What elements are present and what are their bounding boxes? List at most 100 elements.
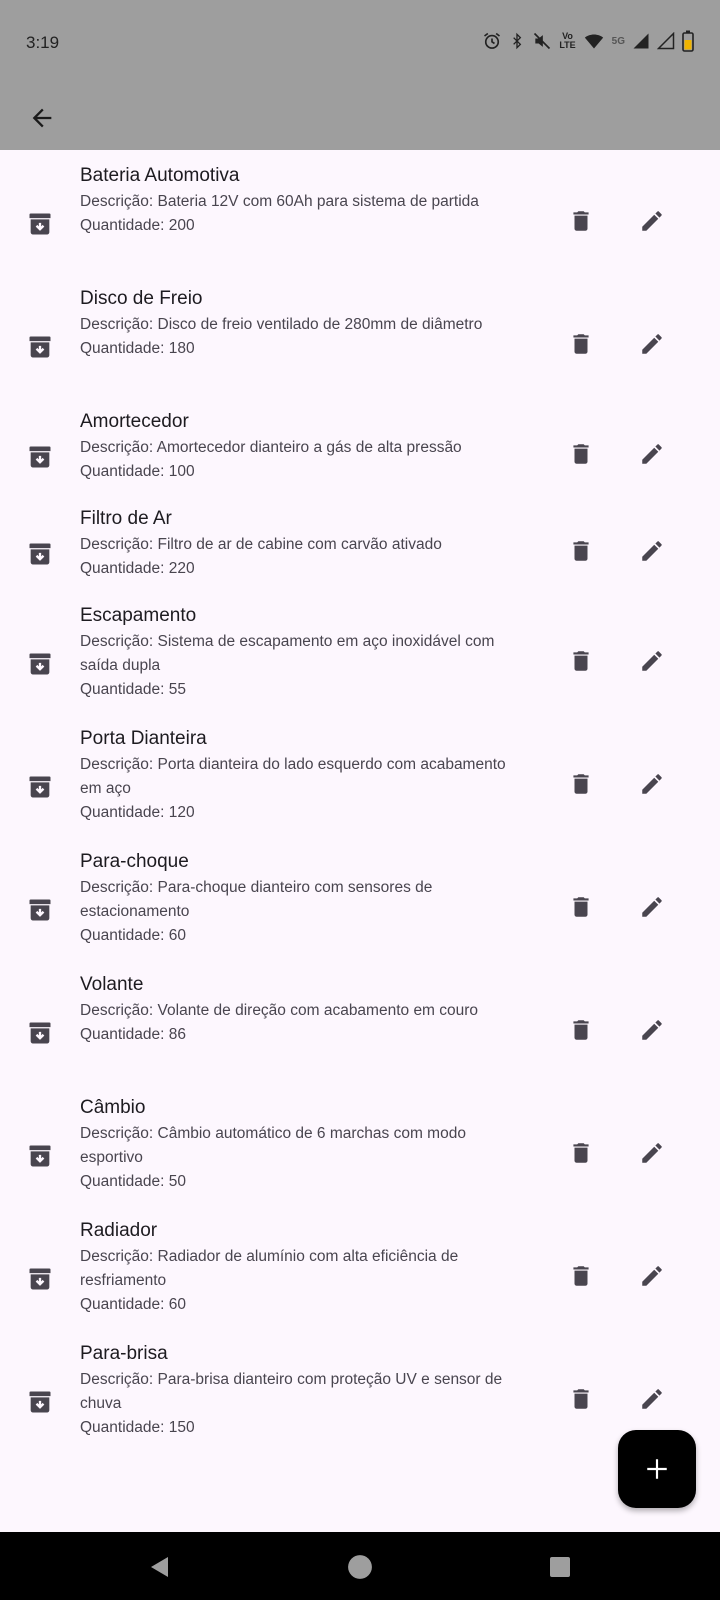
wifi-icon — [584, 34, 603, 49]
list-item[interactable]: Câmbio Descrição: Câmbio automático de 6 … — [0, 1082, 720, 1205]
item-description: Descrição: Filtro de ar de cabine com ca… — [80, 536, 442, 553]
pencil-icon — [639, 441, 665, 472]
item-text: Volante Descrição: Volante de direção com… — [80, 973, 525, 1047]
list-item[interactable]: Amortecedor Descrição: Amortecedor diante… — [0, 396, 720, 493]
status-time: 3:19 — [26, 33, 60, 52]
edit-button[interactable] — [630, 532, 674, 576]
pencil-icon — [639, 894, 665, 925]
item-quantity: Quantidade: 200 — [80, 217, 195, 234]
item-quantity: Quantidade: 220 — [80, 560, 195, 577]
pencil-icon — [639, 208, 665, 239]
trash-icon — [568, 648, 594, 679]
pencil-icon — [639, 771, 665, 802]
nav-home-button[interactable] — [343, 1550, 377, 1584]
delete-button[interactable] — [559, 1134, 603, 1178]
item-text: Bateria Automotiva Descrição: Bateria 12V… — [80, 164, 525, 238]
item-name: Porta Dianteira — [80, 728, 207, 749]
status-bar: 3:19 Vo LTE 5G — [0, 0, 720, 86]
delete-button[interactable] — [559, 642, 603, 686]
add-item-button[interactable] — [618, 1430, 696, 1508]
edit-button[interactable] — [630, 1257, 674, 1301]
trash-icon — [568, 1386, 594, 1417]
item-name: Amortecedor — [80, 411, 189, 432]
item-quantity: Quantidade: 86 — [80, 1026, 187, 1043]
item-quantity: Quantidade: 180 — [80, 340, 195, 357]
list-item[interactable]: Escapamento Descrição: Sistema de escapam… — [0, 590, 720, 713]
archive-icon — [26, 210, 54, 238]
delete-button[interactable] — [559, 202, 603, 246]
delete-button[interactable] — [559, 532, 603, 576]
delete-button[interactable] — [559, 888, 603, 932]
delete-button[interactable] — [559, 1011, 603, 1055]
archive-icon — [26, 443, 54, 471]
trash-icon — [568, 771, 594, 802]
archive-icon — [26, 1019, 54, 1047]
back-button[interactable] — [20, 96, 64, 140]
item-text: Porta Dianteira Descrição: Porta dianteir… — [80, 727, 525, 825]
bluetooth-icon — [513, 32, 522, 50]
plus-icon — [647, 1459, 667, 1479]
edit-button[interactable] — [630, 1380, 674, 1424]
list-item[interactable]: Volante Descrição: Volante de direção com… — [0, 959, 720, 1082]
edit-button[interactable] — [630, 1011, 674, 1055]
item-text: Filtro de Ar Descrição: Filtro de ar de c… — [80, 507, 525, 581]
item-text: Câmbio Descrição: Câmbio automático de 6 … — [80, 1096, 525, 1194]
item-description: Descrição: Câmbio automático de 6 marcha… — [80, 1125, 466, 1166]
item-text: Para-brisa Descrição: Para-brisa dianteir… — [80, 1342, 525, 1440]
item-text: Escapamento Descrição: Sistema de escapam… — [80, 604, 525, 702]
list-item[interactable]: Para-choque Descrição: Para-choque diante… — [0, 836, 720, 959]
edit-button[interactable] — [630, 888, 674, 932]
mute-icon — [534, 32, 551, 50]
item-quantity: Quantidade: 60 — [80, 927, 187, 944]
item-description: Descrição: Para-choque dianteiro com sen… — [80, 879, 433, 920]
trash-icon — [568, 894, 594, 925]
nav-recents-button[interactable] — [543, 1550, 577, 1584]
edit-button[interactable] — [630, 1134, 674, 1178]
trash-icon — [568, 1017, 594, 1048]
delete-button[interactable] — [559, 435, 603, 479]
item-quantity: Quantidade: 50 — [80, 1173, 187, 1190]
pencil-icon — [639, 538, 665, 569]
item-name: Radiador — [80, 1220, 158, 1241]
item-name: Bateria Automotiva — [80, 165, 240, 186]
archive-icon — [26, 1265, 54, 1293]
alarm-icon — [484, 32, 501, 49]
list-item[interactable]: Radiador Descrição: Radiador de alumínio … — [0, 1205, 720, 1328]
archive-icon — [26, 773, 54, 801]
square-recents-icon — [550, 1557, 570, 1577]
delete-button[interactable] — [559, 325, 603, 369]
delete-button[interactable] — [559, 765, 603, 809]
list-item[interactable]: Bateria Automotiva Descrição: Bateria 12V… — [0, 150, 720, 273]
item-quantity: Quantidade: 60 — [80, 1296, 187, 1313]
delete-button[interactable] — [559, 1380, 603, 1424]
item-description: Descrição: Para-brisa dianteiro com prot… — [80, 1371, 503, 1412]
item-name: Disco de Freio — [80, 288, 203, 309]
edit-button[interactable] — [630, 642, 674, 686]
item-name: Escapamento — [80, 605, 197, 626]
item-name: Câmbio — [80, 1097, 146, 1118]
delete-button[interactable] — [559, 1257, 603, 1301]
list-item[interactable]: Disco de Freio Descrição: Disco de freio … — [0, 273, 720, 396]
arrow-back-icon — [32, 108, 52, 128]
archive-icon — [26, 1142, 54, 1170]
item-description: Descrição: Sistema de escapamento em aço… — [80, 633, 495, 674]
list-item[interactable]: Porta Dianteira Descrição: Porta dianteir… — [0, 713, 720, 836]
item-description: Descrição: Disco de freio ventilado de 2… — [80, 316, 483, 333]
pencil-icon — [639, 1386, 665, 1417]
archive-icon — [26, 896, 54, 924]
list-item[interactable]: Para-brisa Descrição: Para-brisa dianteir… — [0, 1328, 720, 1451]
item-name: Para-choque — [80, 851, 189, 872]
edit-button[interactable] — [630, 765, 674, 809]
trash-icon — [568, 1263, 594, 1294]
edit-button[interactable] — [630, 435, 674, 479]
edit-button[interactable] — [630, 325, 674, 369]
item-text: Radiador Descrição: Radiador de alumínio … — [80, 1219, 525, 1317]
archive-icon — [26, 333, 54, 361]
edit-button[interactable] — [630, 202, 674, 246]
list-item[interactable]: Filtro de Ar Descrição: Filtro de ar de c… — [0, 493, 720, 590]
pencil-icon — [639, 1017, 665, 1048]
pencil-icon — [639, 1263, 665, 1294]
archive-icon — [26, 540, 54, 568]
item-text: Para-choque Descrição: Para-choque diante… — [80, 850, 525, 948]
nav-back-button[interactable] — [143, 1550, 177, 1584]
